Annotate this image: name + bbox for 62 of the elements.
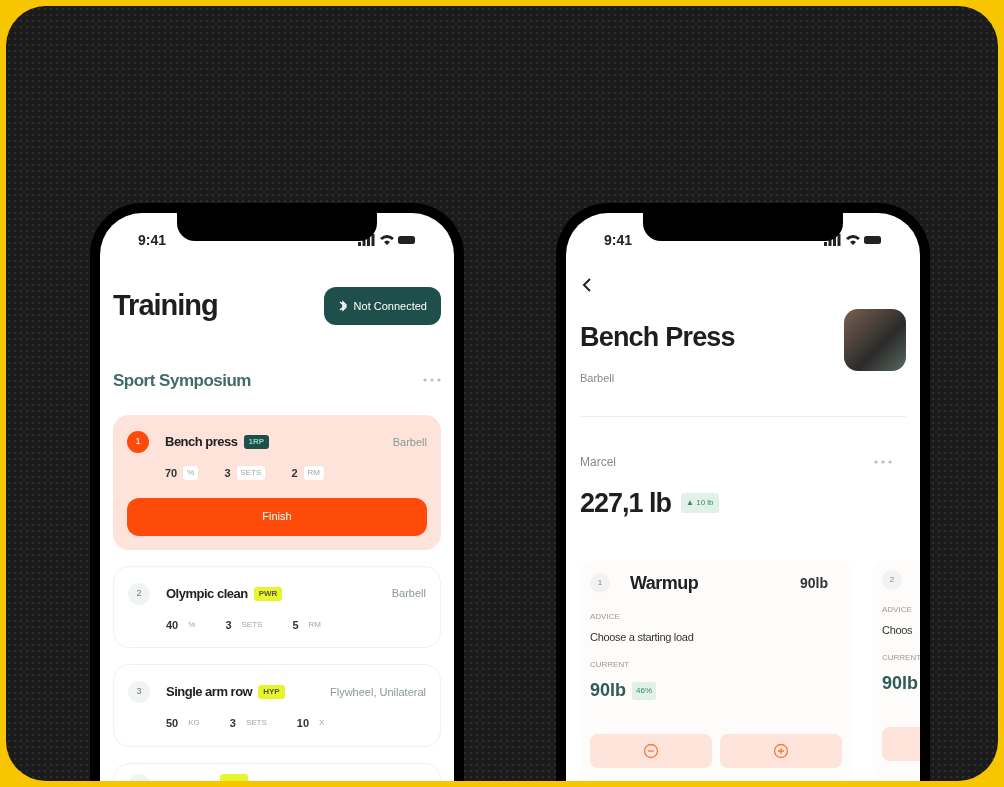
stat-value: 40 <box>166 617 179 633</box>
back-icon[interactable] <box>582 277 592 293</box>
exercise-tag: HYP <box>258 685 285 699</box>
exercise-tag: PWR <box>253 586 283 601</box>
percent-badge: 46% <box>632 681 657 700</box>
equipment-label: Barbell <box>391 586 426 602</box>
set-number: 1 <box>590 573 610 593</box>
exercise-name: Olympic clean <box>166 584 248 603</box>
current-weight: 90lb <box>590 679 627 702</box>
stat-unit: RM <box>303 466 324 481</box>
section-title: Sport Symposium <box>113 369 251 392</box>
page-title: Training <box>113 288 218 323</box>
decrease-button[interactable] <box>590 734 712 768</box>
current-weight: 90lb <box>882 672 919 695</box>
exercise-number: 2 <box>128 582 150 605</box>
exercise-name: Bench press <box>165 433 238 452</box>
increase-button[interactable] <box>720 734 842 768</box>
stat-value: 3 <box>224 466 231 481</box>
stat-value: 70 <box>165 466 178 481</box>
advice-text: Choose a starting load <box>590 629 695 645</box>
photo-placeholder <box>844 309 906 371</box>
change-badge: ▲ 10 lb <box>681 493 719 514</box>
current-label: CURRENT <box>590 659 631 671</box>
advice-label: ADVICE <box>590 610 621 623</box>
weight-value: 227,1 lb <box>580 487 672 520</box>
set-name: Warmup <box>630 571 699 595</box>
exercise-name: Single arm row <box>166 683 253 702</box>
connection-button[interactable]: Not Connected <box>323 286 441 325</box>
stat-value: 10 <box>296 716 310 731</box>
current-label: CURRENT <box>882 652 920 664</box>
exercise-title: Bench Press <box>580 321 735 354</box>
exercise-tag <box>220 773 248 781</box>
bluetooth-icon <box>337 298 348 313</box>
set-target: 90lb <box>800 573 828 593</box>
stat-value: 3 <box>229 716 236 731</box>
stat-value: 2 <box>291 466 298 481</box>
advice-text: Choos <box>882 622 914 638</box>
exercise-card[interactable]: 2 Olympic clean PWR Barbell 40 % 3 SETS 5 RM <box>113 565 441 648</box>
stat-unit: % <box>183 466 199 481</box>
stat-value: 3 <box>225 617 232 633</box>
exercise-card[interactable]: 3 Single arm row HYP Flywheel, Unilateral 50 KG 3 SETS 10 X <box>113 664 441 747</box>
athlete-name: Marcel <box>580 454 616 471</box>
minus-icon <box>643 743 659 759</box>
exercise-number: 3 <box>128 681 150 703</box>
equipment-label: Barbell <box>392 434 427 450</box>
status-time: 9:41 <box>138 230 167 250</box>
status-icons <box>824 234 882 246</box>
advice-label: ADVICE <box>882 603 913 616</box>
exercise-number: 1 <box>127 431 149 453</box>
more-icon[interactable] <box>423 378 441 383</box>
status-icons <box>358 234 416 246</box>
more-icon[interactable] <box>874 460 892 464</box>
plus-icon <box>773 743 789 759</box>
stat-value: 5 <box>292 617 299 633</box>
equipment-label: Barbell <box>580 370 616 386</box>
exercise-card[interactable]: 1 Bench press 1RP Barbell 70 % 3 SETS 2 RM Finish <box>113 415 441 550</box>
equipment-label: Flywheel, Unilateral <box>330 684 426 700</box>
status-time: 9:41 <box>604 230 633 250</box>
stat-unit: SETS <box>236 466 266 481</box>
exercise-tag: 1RP <box>243 435 270 449</box>
stat-value: 50 <box>166 716 179 731</box>
set-number: 2 <box>882 569 902 590</box>
